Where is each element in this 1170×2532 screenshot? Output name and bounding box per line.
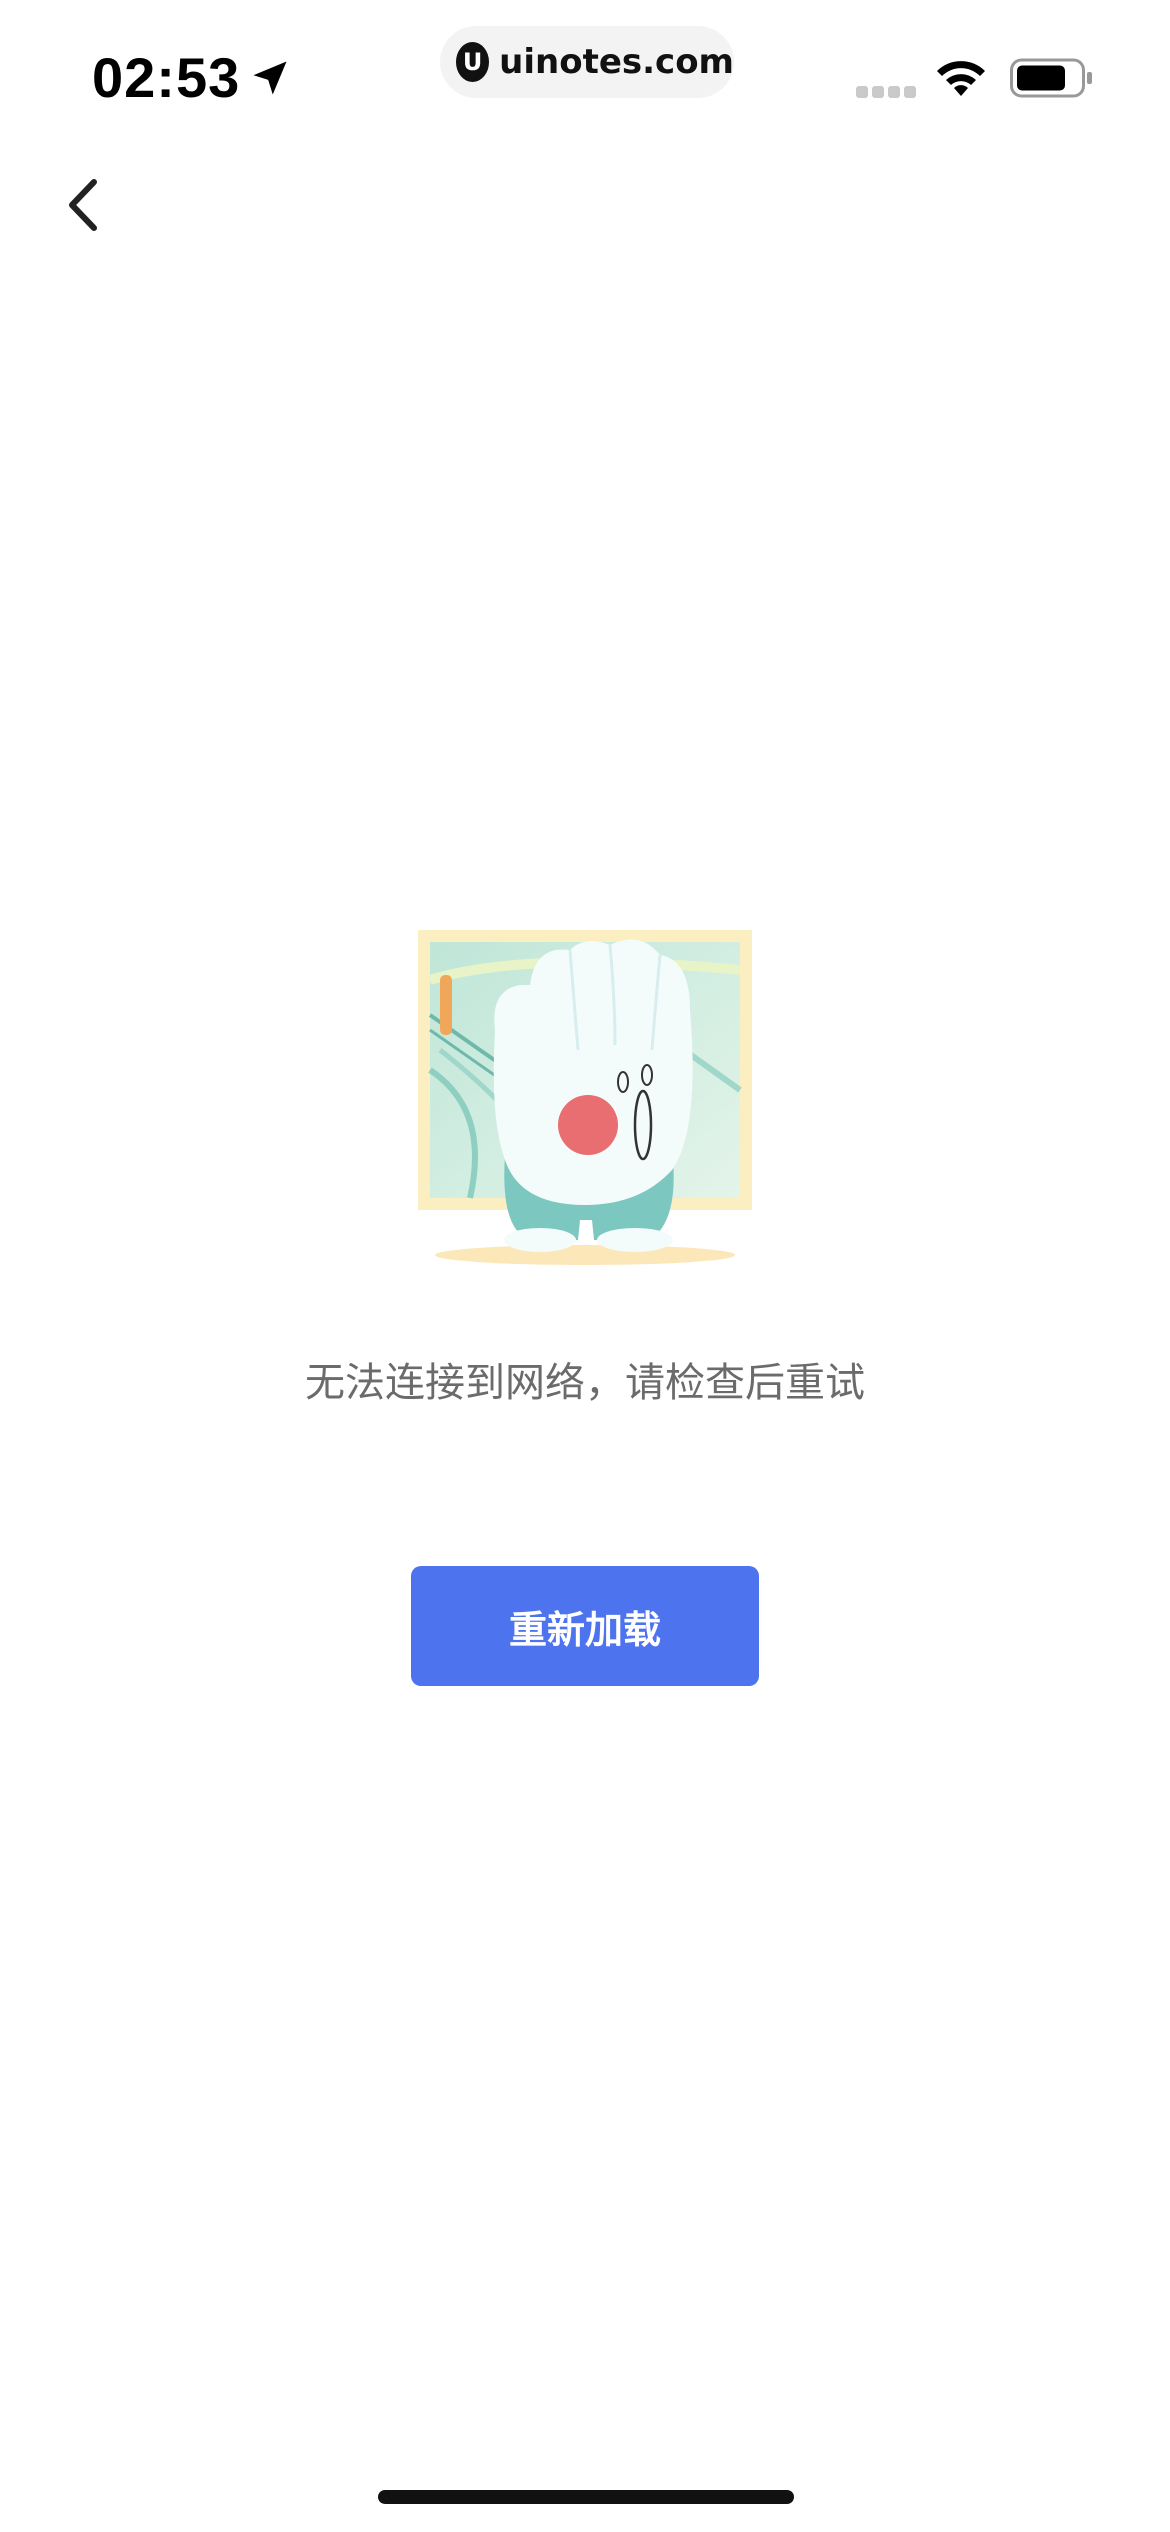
chevron-left-icon	[69, 179, 97, 231]
location-arrow-icon	[253, 61, 287, 95]
battery-icon	[1010, 58, 1092, 98]
glove-character-scream-illustration	[418, 930, 752, 1265]
reload-button[interactable]: 重新加载	[411, 1566, 759, 1686]
url-badge[interactable]: U uinotes.com	[440, 26, 734, 98]
home-indicator[interactable]	[378, 2490, 794, 2504]
back-button[interactable]	[50, 170, 120, 240]
url-text: uinotes.com	[499, 42, 734, 82]
status-time: 02:53	[92, 46, 241, 109]
cellular-signal-icon	[856, 86, 916, 98]
network-error-message: 无法连接到网络，请检查后重试	[305, 1360, 865, 1406]
status-bar: 02:53 U uinotes.com	[0, 0, 1170, 150]
wifi-icon	[937, 61, 985, 96]
site-logo-icon: U	[456, 42, 490, 82]
